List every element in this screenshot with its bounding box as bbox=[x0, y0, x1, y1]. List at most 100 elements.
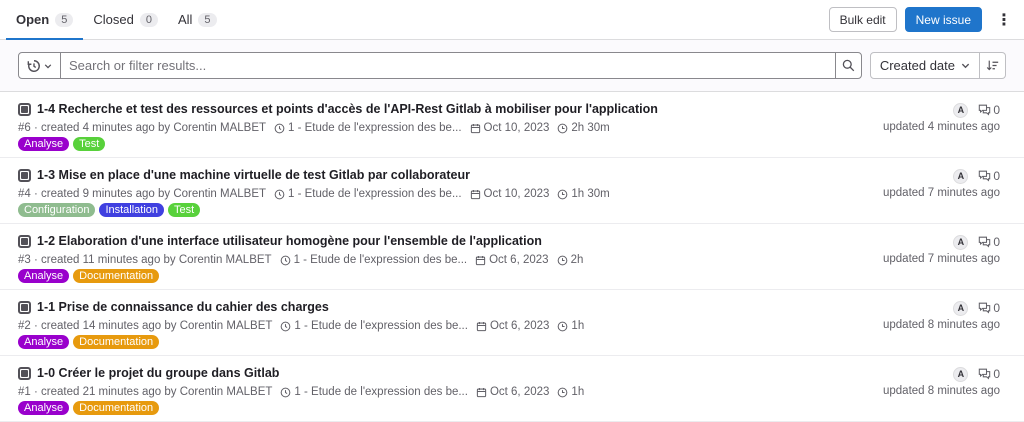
tab-all-label: All bbox=[177, 12, 193, 27]
issue-row[interactable]: 1-4 Recherche et test des ressources et … bbox=[0, 92, 1024, 158]
tab-open-count: 5 bbox=[55, 12, 74, 27]
tab-open-label: Open bbox=[16, 12, 50, 27]
comments-count-value: 0 bbox=[993, 367, 1000, 381]
recent-searches-button[interactable] bbox=[19, 53, 61, 78]
assignee-avatar[interactable]: A bbox=[953, 102, 969, 118]
hourglass-icon bbox=[558, 189, 568, 199]
sort-dropdown[interactable]: Created date bbox=[869, 52, 980, 79]
label-badge[interactable]: Test bbox=[73, 137, 106, 151]
calendar-icon bbox=[476, 387, 487, 397]
issue-row[interactable]: 1-2 Elaboration d'une interface utilisat… bbox=[0, 224, 1024, 290]
comments-icon bbox=[979, 302, 991, 314]
hourglass-icon bbox=[557, 255, 567, 265]
clock-icon bbox=[280, 255, 290, 265]
time-estimate-value: 1h 30m bbox=[571, 188, 610, 200]
issue-reference: #1 · created 21 minutes ago by Corentin … bbox=[18, 386, 273, 398]
assignee-avatar[interactable]: A bbox=[953, 234, 969, 250]
comments-count[interactable]: 0 bbox=[978, 235, 1000, 249]
comments-count[interactable]: 0 bbox=[978, 169, 1000, 183]
issue-type-icon bbox=[18, 234, 31, 248]
label-badge[interactable]: Configuration bbox=[18, 203, 96, 217]
comments-icon bbox=[979, 236, 991, 248]
comments-count[interactable]: 0 bbox=[978, 301, 1000, 315]
milestone-title: 1 - Etude de l'expression des be... bbox=[288, 122, 462, 134]
due-date-value: Oct 10, 2023 bbox=[483, 188, 550, 200]
search-input[interactable] bbox=[61, 53, 835, 78]
label-badge[interactable]: Test bbox=[168, 203, 201, 217]
milestone[interactable]: 1 - Etude de l'expression des be... bbox=[280, 320, 468, 332]
label-badge[interactable]: Analyse bbox=[18, 401, 70, 415]
issue-title-link[interactable]: 1-2 Elaboration d'une interface utilisat… bbox=[37, 234, 542, 248]
comments-count[interactable]: 0 bbox=[978, 103, 1000, 117]
assignee-avatar[interactable]: A bbox=[953, 366, 969, 382]
issue-meta: #2 · created 14 minutes ago by Corentin … bbox=[18, 318, 1006, 334]
assignee-avatar[interactable]: A bbox=[953, 168, 969, 184]
label-badge[interactable]: Installation bbox=[99, 203, 165, 217]
time-estimate-value: 2h bbox=[570, 254, 584, 266]
issue-title-link[interactable]: 1-1 Prise de connaissance du cahier des … bbox=[37, 300, 329, 314]
search-button[interactable] bbox=[834, 53, 861, 78]
issue-labels: Analyse Documentation bbox=[18, 401, 1006, 415]
tab-open[interactable]: Open 5 bbox=[6, 0, 84, 40]
due-date: Oct 10, 2023 bbox=[470, 188, 550, 200]
clock-icon bbox=[274, 189, 285, 199]
tab-closed-label: Closed bbox=[93, 12, 134, 27]
milestone[interactable]: 1 - Etude de l'expression des be... bbox=[274, 188, 462, 200]
issue-labels: Configuration Installation Test bbox=[18, 203, 1006, 217]
comments-count[interactable]: 0 bbox=[978, 367, 1000, 381]
label-badge[interactable]: Documentation bbox=[73, 401, 160, 415]
issue-row[interactable]: 1-1 Prise de connaissance du cahier des … bbox=[0, 290, 1024, 356]
due-date: Oct 6, 2023 bbox=[476, 320, 549, 332]
milestone[interactable]: 1 - Etude de l'expression des be... bbox=[280, 254, 467, 266]
comments-count-value: 0 bbox=[993, 301, 1000, 315]
due-date: Oct 6, 2023 bbox=[475, 254, 549, 266]
comments-icon bbox=[979, 170, 991, 182]
milestone[interactable]: 1 - Etude de l'expression des be... bbox=[274, 122, 462, 134]
time-estimate-value: 1h bbox=[571, 320, 585, 332]
tab-closed[interactable]: Closed 0 bbox=[83, 0, 168, 39]
issue-title-link[interactable]: 1-4 Recherche et test des ressources et … bbox=[37, 102, 658, 116]
issue-labels: Analyse Test bbox=[18, 137, 1006, 151]
issue-meta: #1 · created 21 minutes ago by Corentin … bbox=[18, 384, 1006, 400]
issue-labels: Analyse Documentation bbox=[18, 335, 1006, 349]
issue-updated: updated 8 minutes ago bbox=[882, 385, 1000, 397]
issue-updated: updated 8 minutes ago bbox=[882, 319, 1000, 331]
tab-all[interactable]: All 5 bbox=[168, 0, 227, 39]
due-date-value: Oct 10, 2023 bbox=[483, 122, 550, 134]
calendar-icon bbox=[475, 255, 486, 265]
new-issue-button[interactable]: New issue bbox=[904, 7, 982, 32]
tab-all-count: 5 bbox=[198, 12, 217, 27]
time-estimate: 1h 30m bbox=[557, 188, 610, 200]
issue-right-meta: A 0 updated 4 minutes ago bbox=[883, 102, 1000, 133]
issue-title-link[interactable]: 1-0 Créer le projet du groupe dans Gitla… bbox=[37, 366, 279, 380]
time-estimate: 1h bbox=[557, 386, 584, 398]
clock-icon bbox=[281, 387, 291, 397]
assignee-avatar[interactable]: A bbox=[953, 300, 969, 316]
sort-label: Created date bbox=[879, 58, 955, 73]
label-badge[interactable]: Documentation bbox=[73, 335, 160, 349]
search-icon bbox=[842, 59, 855, 72]
filtered-search bbox=[18, 52, 862, 79]
more-actions-icon[interactable]: ⋮ bbox=[996, 10, 1012, 30]
issue-list: 1-4 Recherche et test des ressources et … bbox=[0, 92, 1024, 422]
time-estimate: 2h 30m bbox=[557, 122, 610, 134]
sort-direction-button[interactable] bbox=[980, 52, 1006, 79]
calendar-icon bbox=[470, 189, 480, 199]
due-date-value: Oct 6, 2023 bbox=[489, 320, 550, 332]
issue-row[interactable]: 1-3 Mise en place d'une machine virtuell… bbox=[0, 158, 1024, 224]
label-badge[interactable]: Documentation bbox=[73, 269, 160, 283]
issue-reference: #4 · created 9 minutes ago by Corentin M… bbox=[18, 188, 267, 200]
issue-meta: #6 · created 4 minutes ago by Corentin M… bbox=[18, 120, 1006, 136]
label-badge[interactable]: Analyse bbox=[18, 335, 70, 349]
issue-title-link[interactable]: 1-3 Mise en place d'une machine virtuell… bbox=[37, 168, 470, 182]
sort-controls: Created date bbox=[869, 52, 1006, 79]
issue-reference: #6 · created 4 minutes ago by Corentin M… bbox=[18, 122, 267, 134]
label-badge[interactable]: Analyse bbox=[18, 269, 70, 283]
issue-row[interactable]: 1-0 Créer le projet du groupe dans Gitla… bbox=[0, 356, 1024, 422]
state-tabs: Open 5 Closed 0 All 5 bbox=[6, 0, 227, 40]
label-badge[interactable]: Analyse bbox=[18, 137, 70, 151]
bulk-edit-button[interactable]: Bulk edit bbox=[828, 7, 897, 32]
milestone[interactable]: 1 - Etude de l'expression des be... bbox=[280, 386, 468, 398]
sort-lowest-icon bbox=[986, 60, 999, 71]
chevron-down-icon bbox=[961, 63, 970, 69]
